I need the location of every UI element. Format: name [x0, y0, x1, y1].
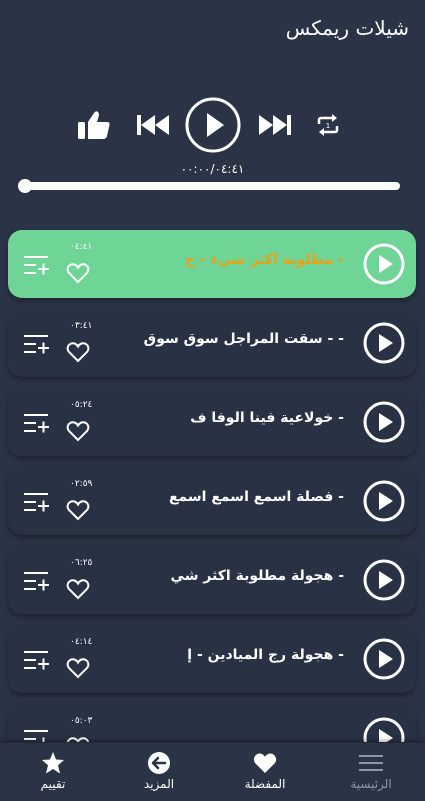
- nav-home-label: الرئيسية: [350, 777, 392, 791]
- track-play-button[interactable]: [362, 558, 406, 602]
- track-duration: ٠٤:٤١: [70, 242, 93, 252]
- track-row[interactable]: - - سقت المراجل سوق سوق ٠٣:٤١: [8, 309, 416, 377]
- favorite-button[interactable]: [66, 420, 90, 442]
- track-play-button[interactable]: [362, 400, 406, 444]
- play-circle-icon: [363, 243, 405, 285]
- play-circle-icon: [363, 401, 405, 443]
- add-to-playlist-button[interactable]: [24, 412, 50, 434]
- player-controls: 1: [0, 96, 425, 154]
- like-button[interactable]: [76, 96, 112, 154]
- page-title: شيلات ريمكس: [285, 16, 409, 40]
- add-to-playlist-button[interactable]: [24, 491, 50, 513]
- play-circle-icon: [363, 322, 405, 364]
- playlist-add-icon: [24, 256, 49, 275]
- favorite-button[interactable]: [66, 578, 90, 600]
- playlist-add-icon: [24, 414, 49, 433]
- nav-more[interactable]: المزيد: [109, 743, 209, 801]
- playlist-add-icon: [24, 493, 49, 512]
- favorite-button[interactable]: [66, 657, 90, 679]
- track-duration: ٠٤:١٤: [70, 637, 93, 647]
- favorite-button[interactable]: [66, 262, 90, 284]
- repeat-icon: 1: [317, 114, 339, 136]
- track-duration: ٠٣:٤١: [70, 321, 93, 331]
- playlist-add-icon: [24, 335, 49, 354]
- track-row[interactable]: - خولاعية فينا الوفا ف ٠٥:٢٤: [8, 388, 416, 456]
- app-header: شيلات ريمكس: [0, 0, 425, 61]
- track-play-button[interactable]: [362, 637, 406, 681]
- repeat-button[interactable]: 1: [314, 96, 342, 154]
- track-row[interactable]: - هجولة مطلوبة اكثر شي ٠٦:٢٥: [8, 546, 416, 614]
- menu-icon: [359, 755, 383, 771]
- nav-favorites-label: المفضلة: [244, 777, 286, 791]
- seek-thumb[interactable]: [18, 179, 32, 193]
- track-play-button[interactable]: [362, 321, 406, 365]
- track-duration: ٠٥:٢٤: [70, 400, 93, 410]
- play-circle-icon: [363, 638, 405, 680]
- favorite-button[interactable]: [66, 341, 90, 363]
- svg-text:1: 1: [326, 122, 330, 130]
- track-row[interactable]: - مطلوبة أكثر شيء - ح ٠٤:٤١: [8, 230, 416, 298]
- bottom-navigation: تقييم المزيد المفضلة الرئيسية: [0, 742, 425, 801]
- heart-outline-icon: [66, 421, 90, 442]
- nav-more-label: المزيد: [143, 777, 175, 791]
- track-duration: ٠٦:٢٥: [70, 558, 93, 568]
- heart-outline-icon: [66, 500, 90, 521]
- track-duration: ٠٥:٠٣: [70, 716, 93, 726]
- seek-bar[interactable]: [18, 179, 400, 193]
- play-circle-icon: [363, 559, 405, 601]
- track-title: - فصلة اسمع اسمع اسمع: [168, 489, 344, 505]
- track-title: - مطلوبة أكثر شيء - ح: [184, 252, 344, 268]
- heart-outline-icon: [66, 579, 90, 600]
- track-title: - هجولة رج الميادين - إ: [187, 647, 344, 663]
- add-to-playlist-button[interactable]: [24, 254, 50, 276]
- heart-outline-icon: [66, 342, 90, 363]
- arrow-left-circle-icon: [148, 752, 170, 774]
- track-play-button[interactable]: [362, 242, 406, 286]
- time-display: ٠٠:٠٠/٠٤:٤١: [180, 162, 245, 176]
- nav-home[interactable]: الرئيسية: [321, 743, 421, 801]
- track-row[interactable]: - هجولة رج الميادين - إ ٠٤:١٤: [8, 625, 416, 693]
- heart-outline-icon: [66, 263, 90, 284]
- track-title: - هجولة مطلوبة اكثر شي: [170, 568, 344, 584]
- skip-previous-icon: [137, 115, 169, 135]
- track-title: - - سقت المراجل سوق سوق: [143, 331, 344, 347]
- add-to-playlist-button[interactable]: [24, 333, 50, 355]
- playlist-add-icon: [24, 572, 49, 591]
- play-circle-icon: [363, 480, 405, 522]
- track-duration: ٠٢:٥٩: [70, 479, 93, 489]
- star-icon: [42, 752, 64, 774]
- nav-favorites[interactable]: المفضلة: [215, 743, 315, 801]
- nav-rate-label: تقييم: [40, 777, 66, 791]
- nav-rate[interactable]: تقييم: [3, 743, 103, 801]
- thumbs-up-icon: [78, 111, 110, 139]
- favorite-button[interactable]: [66, 499, 90, 521]
- playlist-add-icon: [24, 651, 49, 670]
- add-to-playlist-button[interactable]: [24, 570, 50, 592]
- track-row[interactable]: - فصلة اسمع اسمع اسمع ٠٢:٥٩: [8, 467, 416, 535]
- add-to-playlist-button[interactable]: [24, 649, 50, 671]
- next-button[interactable]: [256, 96, 294, 154]
- heart-outline-icon: [66, 658, 90, 679]
- track-title: - خولاعية فينا الوفا ف: [190, 410, 344, 426]
- heart-icon: [253, 753, 277, 773]
- skip-next-icon: [259, 115, 291, 135]
- play-pause-button[interactable]: [184, 96, 242, 154]
- play-icon: [185, 97, 241, 153]
- previous-button[interactable]: [134, 96, 172, 154]
- track-play-button[interactable]: [362, 479, 406, 523]
